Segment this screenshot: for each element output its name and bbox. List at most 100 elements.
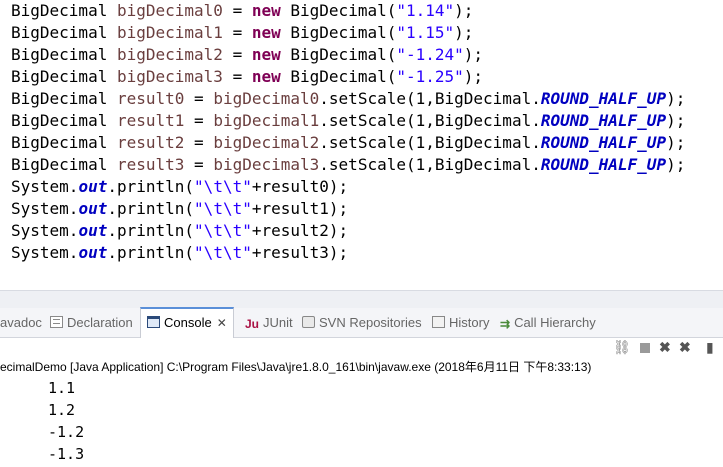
console-output[interactable]: 1.1 1.2 -1.2 -1.3 bbox=[0, 377, 723, 467]
tab-console-label: Console bbox=[164, 315, 212, 330]
variable-ref: bigDecimal0 bbox=[213, 89, 320, 108]
variable-ref: bigDecimal1 bbox=[213, 111, 320, 130]
clear-console-icon[interactable]: ▮ bbox=[706, 339, 714, 355]
method-call: .setScale(1,BigDecimal. bbox=[319, 111, 541, 130]
remove-all-icon[interactable]: ✖ bbox=[679, 339, 691, 355]
keyword: new bbox=[251, 23, 281, 42]
console-output-line: -1.2 bbox=[48, 423, 85, 441]
code-line: System.out.println("\t\t"+result1); bbox=[11, 198, 348, 220]
expression-tail: +result3); bbox=[251, 243, 349, 262]
string-literal: "\t\t" bbox=[194, 177, 252, 196]
type-name: BigDecimal bbox=[11, 23, 108, 42]
tab-junit-label: JUnit bbox=[263, 315, 293, 330]
variable-name: result3 bbox=[116, 155, 185, 174]
method-call: .setScale(1,BigDecimal. bbox=[319, 133, 541, 152]
code-line: System.out.println("\t\t"+result3); bbox=[11, 242, 348, 264]
variable-name: bigDecimal0 bbox=[116, 1, 223, 20]
variable-name: result1 bbox=[116, 111, 185, 130]
code-editor[interactable]: BigDecimal bigDecimal0 = new BigDecimal(… bbox=[0, 0, 723, 290]
static-constant: ROUND_HALF_UP bbox=[540, 155, 667, 174]
static-field: out bbox=[78, 199, 108, 218]
tab-svn-label: SVN Repositories bbox=[319, 315, 422, 330]
tab-call-hierarchy[interactable]: ⇉ Call Hierarchy bbox=[500, 308, 596, 337]
link-icon[interactable]: ⛓ bbox=[613, 339, 631, 355]
code-line: BigDecimal result3 = bigDecimal3.setScal… bbox=[11, 155, 686, 174]
static-field: out bbox=[78, 243, 108, 262]
code-line: BigDecimal result1 = bigDecimal1.setScal… bbox=[11, 111, 686, 130]
tab-history-label: History bbox=[449, 315, 490, 330]
keyword: new bbox=[251, 1, 281, 20]
constructor-name: BigDecimal bbox=[290, 1, 387, 20]
remove-launch-icon[interactable]: ✖ bbox=[659, 339, 671, 355]
console-output-line: 1.1 bbox=[48, 379, 76, 397]
expression-tail: +result1); bbox=[251, 199, 349, 218]
variable-ref: bigDecimal3 bbox=[213, 155, 320, 174]
code-line: BigDecimal result2 = bigDecimal2.setScal… bbox=[11, 133, 686, 152]
type-name: BigDecimal bbox=[11, 155, 108, 174]
console-toolbar: ⛓ ✖ ✖ ▮ bbox=[593, 338, 723, 358]
type-name: BigDecimal bbox=[11, 45, 108, 64]
method-call: .println( bbox=[107, 221, 195, 240]
code-line: BigDecimal result0 = bigDecimal0.setScal… bbox=[11, 89, 686, 108]
view-divider bbox=[0, 290, 723, 308]
static-constant: ROUND_HALF_UP bbox=[540, 133, 667, 152]
code-line: BigDecimal bigDecimal0 = new BigDecimal(… bbox=[11, 1, 474, 20]
class-ref: System. bbox=[11, 221, 79, 240]
variable-name: result2 bbox=[116, 133, 185, 152]
type-name: BigDecimal bbox=[11, 67, 108, 86]
tab-svn-repositories[interactable]: SVN Repositories bbox=[302, 308, 422, 337]
console-process-label: ecimalDemo [Java Application] C:\Program… bbox=[0, 360, 592, 374]
class-ref: System. bbox=[11, 243, 79, 262]
code-line: BigDecimal bigDecimal1 = new BigDecimal(… bbox=[11, 23, 474, 42]
console-output-line: -1.3 bbox=[48, 445, 85, 463]
console-output-line: 1.2 bbox=[48, 401, 76, 419]
string-literal: "1.14" bbox=[396, 1, 455, 20]
variable-name: bigDecimal2 bbox=[116, 45, 223, 64]
string-literal: "-1.24" bbox=[396, 45, 464, 64]
method-call: .println( bbox=[107, 199, 195, 218]
declaration-icon bbox=[50, 316, 63, 328]
variable-ref: bigDecimal2 bbox=[213, 133, 320, 152]
code-line: BigDecimal bigDecimal3 = new BigDecimal(… bbox=[11, 67, 484, 86]
static-constant: ROUND_HALF_UP bbox=[540, 89, 667, 108]
code-line: System.out.println("\t\t"+result2); bbox=[11, 220, 348, 242]
tab-console[interactable]: Console ✕ bbox=[140, 307, 234, 338]
junit-icon: Ju bbox=[245, 317, 260, 331]
tab-declaration-label: Declaration bbox=[67, 315, 133, 330]
close-icon[interactable]: ✕ bbox=[217, 310, 227, 337]
string-literal: "1.15" bbox=[396, 23, 455, 42]
keyword: new bbox=[251, 45, 281, 64]
view-tab-bar: avadoc Declaration Console ✕ Ju JUnit SVN … bbox=[0, 307, 723, 338]
history-icon bbox=[432, 316, 445, 328]
method-call: .setScale(1,BigDecimal. bbox=[319, 89, 541, 108]
tab-junit[interactable]: Ju JUnit bbox=[245, 308, 293, 337]
static-constant: ROUND_HALF_UP bbox=[540, 111, 667, 130]
string-literal: "\t\t" bbox=[194, 199, 252, 218]
code-line: System.out.println("\t\t"+result0); bbox=[11, 176, 348, 198]
constructor-name: BigDecimal bbox=[290, 45, 387, 64]
tab-declaration[interactable]: Declaration bbox=[50, 308, 133, 337]
static-field: out bbox=[78, 221, 108, 240]
type-name: BigDecimal bbox=[11, 89, 108, 108]
keyword: new bbox=[251, 67, 281, 86]
tab-history[interactable]: History bbox=[432, 308, 489, 337]
variable-name: bigDecimal1 bbox=[116, 23, 223, 42]
tab-javadoc[interactable]: avadoc bbox=[0, 308, 42, 337]
console-icon bbox=[147, 316, 160, 328]
code-line: BigDecimal bigDecimal2 = new BigDecimal(… bbox=[11, 45, 484, 64]
terminate-icon[interactable] bbox=[640, 343, 650, 353]
constructor-name: BigDecimal bbox=[290, 67, 387, 86]
string-literal: "\t\t" bbox=[194, 243, 252, 262]
method-call: .println( bbox=[107, 243, 195, 262]
method-call: .println( bbox=[107, 177, 195, 196]
string-literal: "-1.25" bbox=[396, 67, 464, 86]
method-call: .setScale(1,BigDecimal. bbox=[319, 155, 541, 174]
type-name: BigDecimal bbox=[11, 133, 108, 152]
variable-name: result0 bbox=[116, 89, 185, 108]
static-field: out bbox=[78, 177, 108, 196]
variable-name: bigDecimal3 bbox=[116, 67, 223, 86]
expression-tail: +result0); bbox=[251, 177, 349, 196]
type-name: BigDecimal bbox=[11, 1, 108, 20]
tab-javadoc-label: avadoc bbox=[0, 315, 42, 330]
constructor-name: BigDecimal bbox=[290, 23, 387, 42]
